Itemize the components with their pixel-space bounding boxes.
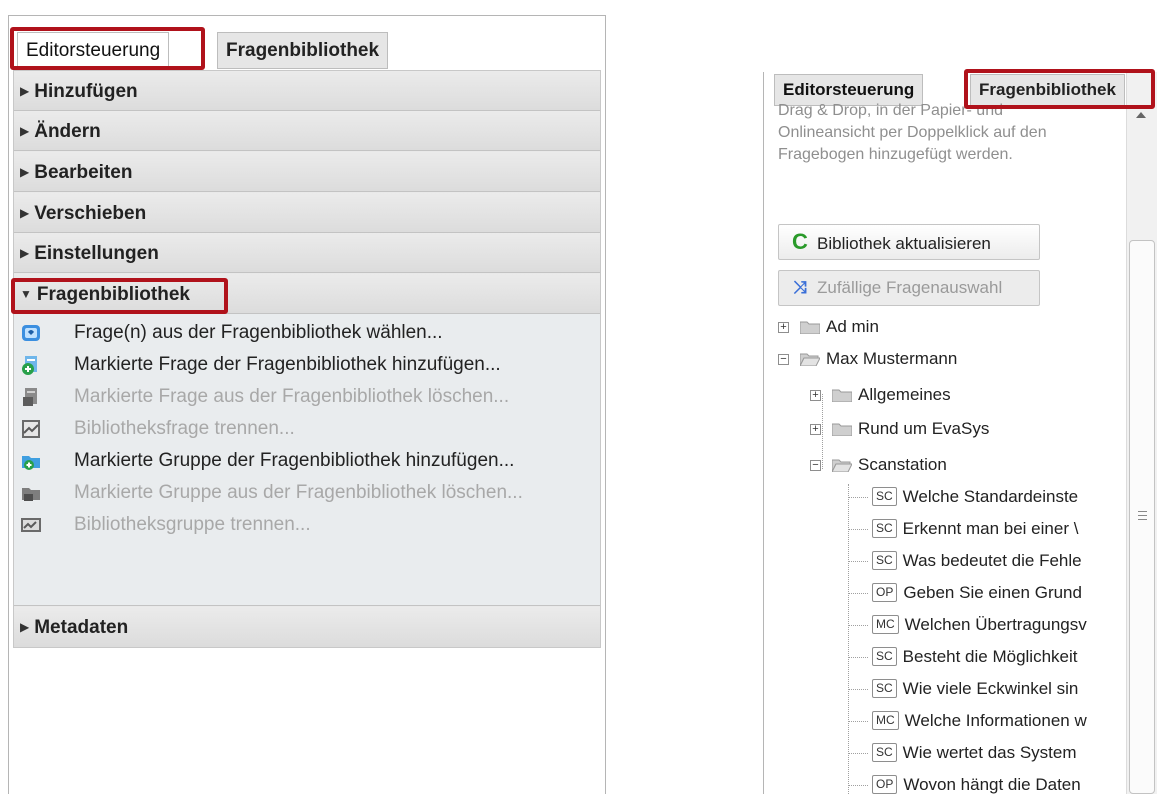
question-item[interactable]: SC Erkennt man bei einer \: [872, 514, 1078, 544]
folder-icon: [832, 389, 852, 402]
shuffle-icon: ⤨: [793, 278, 807, 297]
question-type-badge: MC: [872, 711, 899, 730]
question-type-badge: SC: [872, 487, 897, 506]
library-section-highlight: [11, 278, 228, 314]
tree-connector: [848, 561, 868, 562]
add-question-to-library-item[interactable]: Markierte Frage der Fragenbibliothek hin…: [14, 350, 600, 380]
editor-accordion: ▶ Hinzufügen ▶ Ändern ▶ Bearbeiten ▶ Verschi…: [13, 70, 601, 648]
tree-connector: [848, 721, 868, 722]
tree-connector: [848, 497, 868, 498]
library-select-icon: [22, 325, 40, 341]
question-type-badge: SC: [872, 551, 897, 570]
section-change[interactable]: ▶ Ändern: [14, 111, 600, 151]
question-item[interactable]: OP Wovon hängt die Daten: [872, 770, 1081, 794]
collapsed-arrow-icon: ▶: [20, 124, 30, 138]
section-settings[interactable]: ▶ Einstellungen: [14, 233, 600, 273]
unlink-question-icon: [22, 420, 40, 438]
scroll-up-arrow-icon[interactable]: [1136, 112, 1146, 118]
folder-icon: [832, 423, 852, 436]
collapsed-arrow-icon: ▶: [20, 246, 30, 260]
question-item[interactable]: MC Welche Informationen w: [872, 706, 1087, 736]
open-folder-icon: [832, 459, 852, 472]
collapsed-arrow-icon: ▶: [20, 206, 30, 220]
unlink-library-question-item[interactable]: Bibliotheksfrage trennen...: [14, 414, 600, 444]
delete-group-from-library-item[interactable]: Markierte Gruppe aus der Fragenbibliothe…: [14, 478, 600, 508]
add-question-icon: [22, 356, 37, 375]
question-item[interactable]: SC Wie wertet das System: [872, 738, 1077, 768]
question-item[interactable]: SC Besteht die Möglichkeit: [872, 642, 1078, 672]
section-metadata[interactable]: ▶ Metadaten: [14, 607, 600, 647]
question-type-badge: SC: [872, 679, 897, 698]
tree-connector: [848, 484, 849, 794]
question-item[interactable]: SC Was bedeutet die Fehle: [872, 546, 1082, 576]
editor-tab-highlight: [10, 27, 205, 70]
expand-icon[interactable]: +: [778, 322, 789, 333]
grip-icon: [1138, 511, 1147, 520]
collapsed-arrow-icon: ▶: [20, 84, 30, 98]
delete-question-icon: [23, 388, 37, 406]
section-add[interactable]: ▶ Hinzufügen: [14, 71, 600, 111]
refresh-icon: C: [792, 229, 808, 254]
question-type-badge: MC: [872, 615, 899, 634]
tree-connector: [848, 689, 868, 690]
question-item[interactable]: OP Geben Sie einen Grund: [872, 578, 1082, 608]
library-tab-highlight: [964, 69, 1155, 109]
collapsed-arrow-icon: ▶: [20, 165, 30, 179]
open-folder-icon: [800, 353, 820, 366]
tree-connector: [848, 785, 868, 786]
question-type-badge: OP: [872, 775, 898, 794]
question-item[interactable]: SC Wie viele Eckwinkel sin: [872, 674, 1078, 704]
collapsed-arrow-icon: ▶: [20, 620, 30, 634]
tree-connector: [848, 529, 868, 530]
refresh-library-button[interactable]: C Bibliothek aktualisieren: [778, 224, 1040, 260]
question-type-badge: SC: [872, 743, 897, 762]
tab-question-library[interactable]: Fragenbibliothek: [217, 32, 389, 69]
question-type-badge: SC: [872, 519, 897, 538]
unlink-library-group-item[interactable]: Bibliotheksgruppe trennen...: [14, 510, 600, 540]
scrollbar-thumb[interactable]: [1129, 240, 1155, 794]
tree-connector: [848, 753, 868, 754]
library-description: Drag & Drop, in der Papier- und Onlinean…: [778, 102, 1047, 163]
add-group-to-library-item[interactable]: Markierte Gruppe der Fragenbibliothek hi…: [14, 446, 600, 476]
tree-connector: [848, 657, 868, 658]
expand-icon[interactable]: +: [810, 390, 821, 401]
tree-connector: [848, 593, 868, 594]
question-type-badge: OP: [872, 583, 898, 602]
collapse-icon[interactable]: −: [810, 460, 821, 471]
add-group-icon: [22, 456, 40, 470]
random-selection-button[interactable]: ⤨ Zufällige Fragenauswahl: [778, 270, 1040, 306]
question-library-actions: Frage(n) aus der Fragenbibliothek wählen…: [14, 314, 600, 606]
question-item[interactable]: MC Welchen Übertragungsv: [872, 610, 1087, 640]
section-move[interactable]: ▶ Verschieben: [14, 193, 600, 233]
tree-connector: [848, 625, 868, 626]
tree-connector: [822, 394, 823, 469]
unlink-group-icon: [21, 518, 41, 532]
question-type-badge: SC: [872, 647, 897, 666]
question-library-panel: Editorsteuerung Fragenbibliothek Drag & …: [763, 72, 1157, 794]
expand-icon[interactable]: +: [810, 424, 821, 435]
collapse-icon[interactable]: −: [778, 354, 789, 365]
editor-control-panel: Editorsteuerung Fragenbibliothek ▶ Hinzuf…: [8, 15, 606, 794]
section-edit[interactable]: ▶ Bearbeiten: [14, 152, 600, 192]
select-from-library-item[interactable]: Frage(n) aus der Fragenbibliothek wählen…: [14, 318, 600, 348]
question-item[interactable]: SC Welche Standardeinste: [872, 482, 1078, 512]
folder-icon: [800, 321, 820, 334]
delete-question-from-library-item[interactable]: Markierte Frage aus der Fragenbibliothek…: [14, 382, 600, 412]
delete-group-icon: [22, 488, 40, 501]
